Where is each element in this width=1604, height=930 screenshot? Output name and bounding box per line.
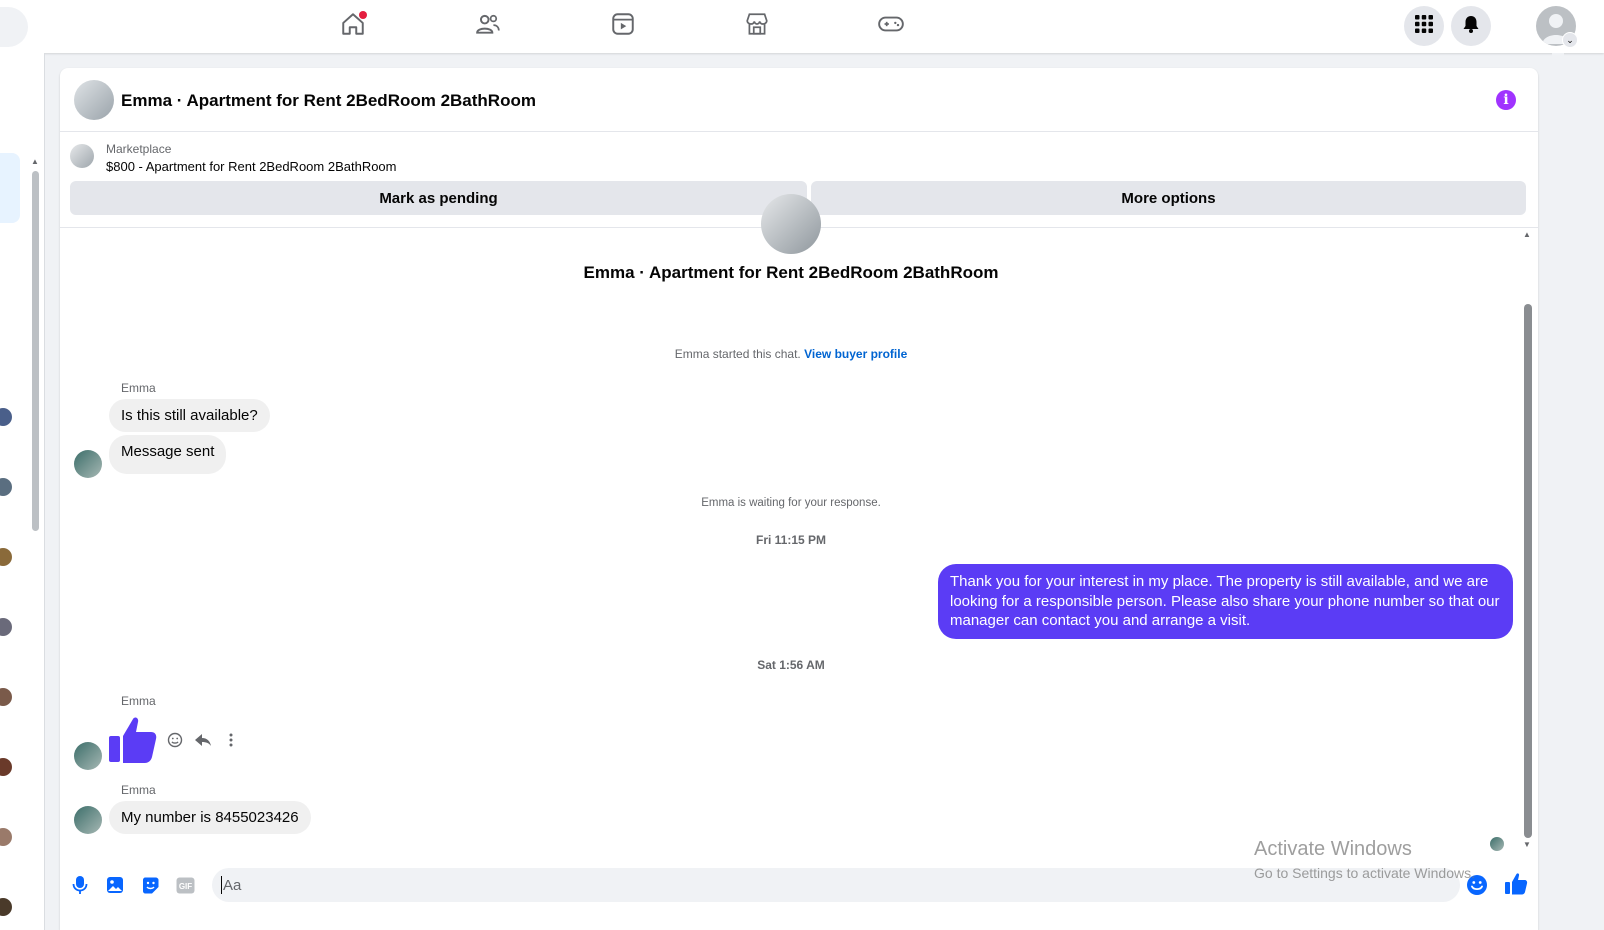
nav-gaming[interactable]	[867, 8, 915, 44]
contact-avatar[interactable]	[0, 478, 12, 496]
chat-started-notice: Emma started this chat. View buyer profi…	[60, 347, 1522, 361]
listing-source: Marketplace	[106, 142, 172, 156]
contact-avatar[interactable]	[0, 408, 12, 426]
friends-icon	[475, 11, 501, 42]
message-composer: GIF Aa	[60, 868, 1538, 930]
sender-name: Emma	[121, 381, 156, 395]
outgoing-message[interactable]: Thank you for your interest in my place.…	[938, 564, 1513, 639]
notifications-button[interactable]	[1451, 6, 1491, 46]
sender-avatar[interactable]	[74, 450, 102, 478]
info-icon[interactable]: i	[1496, 90, 1516, 110]
thumbs-up-icon	[109, 717, 157, 763]
contact-avatar[interactable]	[0, 688, 12, 706]
view-buyer-profile-link[interactable]: View buyer profile	[804, 347, 907, 361]
sticker-icon[interactable]	[140, 875, 160, 895]
message-input[interactable]	[212, 868, 1460, 902]
microphone-icon[interactable]	[70, 875, 90, 895]
contact-avatar[interactable]	[0, 828, 12, 846]
incoming-message[interactable]: Is this still available?	[109, 399, 270, 432]
like-icon[interactable]	[1504, 872, 1528, 901]
listing-thumbnail[interactable]	[70, 144, 94, 168]
contact-avatar[interactable]	[0, 548, 12, 566]
chevron-down-icon[interactable]: ⌄	[1562, 32, 1578, 48]
gif-label: GIF	[178, 881, 191, 890]
text-caret	[221, 876, 222, 894]
video-icon	[610, 11, 636, 42]
menu-button[interactable]	[1404, 6, 1444, 46]
contact-avatar[interactable]	[0, 758, 12, 776]
chat-window: Emma · Apartment for Rent 2BedRoom 2Bath…	[60, 68, 1538, 930]
gaming-icon	[877, 11, 905, 42]
message-timestamp: Sat 1:56 AM	[757, 658, 825, 672]
sender-name: Emma	[121, 783, 156, 797]
contact-avatar[interactable]	[0, 898, 12, 916]
search-button[interactable]	[0, 7, 28, 47]
waiting-notice: Emma is waiting for your response.	[701, 497, 881, 509]
conversation-avatar-large	[761, 194, 821, 254]
sender-name: Emma	[121, 694, 156, 708]
marketplace-icon	[744, 11, 770, 42]
message-actions	[166, 731, 240, 749]
nav-video[interactable]	[599, 8, 647, 44]
left-sidebar: ▲	[0, 53, 45, 930]
conversation-avatar[interactable]	[74, 80, 114, 120]
message-scrollbar-thumb[interactable]	[1524, 304, 1532, 838]
contact-avatar[interactable]	[0, 618, 12, 636]
scroll-down-arrow-icon[interactable]: ▼	[1523, 840, 1531, 849]
nav-friends[interactable]	[464, 8, 512, 44]
sidebar-active-item[interactable]	[0, 153, 20, 223]
message-input-placeholder: Aa	[223, 877, 242, 894]
thumbs-up-sticker[interactable]	[108, 716, 158, 769]
react-emoji-icon[interactable]	[166, 731, 184, 749]
home-notification-dot	[359, 11, 367, 19]
sender-avatar[interactable]	[74, 806, 102, 834]
more-vertical-icon[interactable]	[222, 731, 240, 749]
conversation-title[interactable]: Emma · Apartment for Rent 2BedRoom 2Bath…	[121, 91, 536, 111]
message-timestamp: Fri 11:15 PM	[755, 533, 827, 547]
nav-home[interactable]	[329, 8, 377, 44]
page-scrollbar[interactable]	[1552, 53, 1564, 930]
incoming-message[interactable]: My number is 8455023426	[109, 801, 311, 834]
notifications-icon	[1461, 14, 1481, 39]
chat-started-text: Emma started this chat.	[674, 347, 801, 361]
conversation-intro-title: Emma · Apartment for Rent 2BedRoom 2Bath…	[583, 263, 999, 282]
chat-header: Emma · Apartment for Rent 2BedRoom 2Bath…	[60, 68, 1538, 132]
photo-icon[interactable]	[105, 875, 125, 895]
sender-avatar[interactable]	[74, 742, 102, 770]
listing-title[interactable]: $800 - Apartment for Rent 2BedRoom 2Bath…	[106, 159, 397, 174]
menu-grid-icon	[1414, 14, 1434, 39]
scroll-up-arrow-icon[interactable]: ▲	[31, 157, 39, 166]
sidebar-scrollbar[interactable]	[32, 171, 39, 531]
top-navigation-bar: ⌄	[0, 0, 1604, 53]
message-list: Emma · Apartment for Rent 2BedRoom 2Bath…	[60, 194, 1538, 868]
gif-icon[interactable]: GIF	[175, 875, 195, 895]
nav-marketplace[interactable]	[733, 8, 781, 44]
more-options-button[interactable]: More options	[811, 181, 1526, 215]
emoji-icon[interactable]	[1466, 874, 1488, 896]
incoming-message[interactable]: Message sent	[109, 435, 227, 474]
seen-indicator-avatar	[1490, 837, 1504, 851]
reply-icon[interactable]	[194, 731, 212, 749]
scroll-up-arrow-icon[interactable]: ▲	[1523, 230, 1531, 239]
mark-as-pending-button[interactable]: Mark as pending	[70, 181, 807, 215]
